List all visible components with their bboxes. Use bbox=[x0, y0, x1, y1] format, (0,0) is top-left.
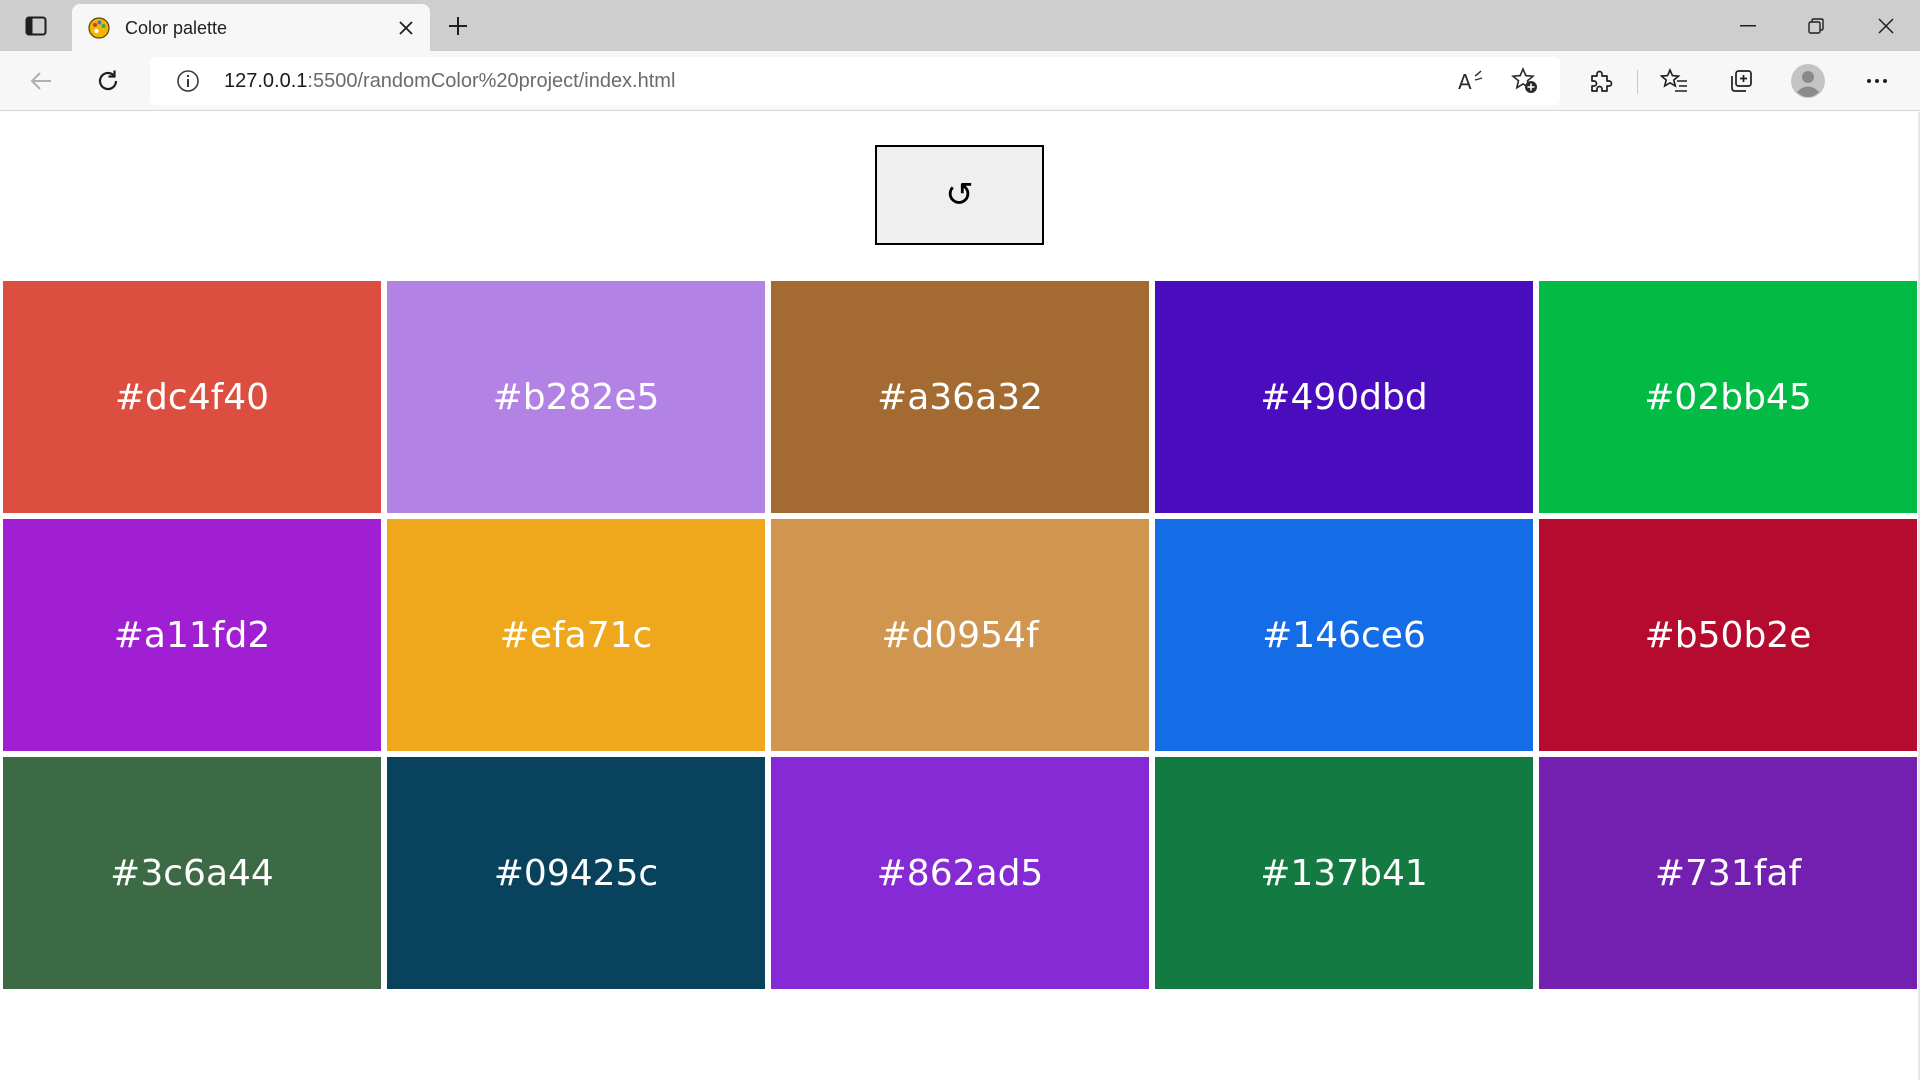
color-swatch[interactable]: #862ad5 bbox=[771, 757, 1149, 989]
url-text[interactable]: 127.0.0.1:5500/randomColor%20project/ind… bbox=[224, 70, 675, 93]
browser-titlebar: Color palette bbox=[0, 0, 1920, 51]
tab-color-palette[interactable]: Color palette bbox=[72, 4, 430, 51]
color-swatch[interactable]: #b282e5 bbox=[387, 281, 765, 513]
window-close-icon[interactable] bbox=[1852, 0, 1920, 51]
color-hex-label: #137b41 bbox=[1260, 852, 1428, 894]
color-swatch[interactable]: #146ce6 bbox=[1155, 519, 1533, 751]
read-aloud-icon[interactable]: A bbox=[1456, 66, 1486, 96]
restore-icon[interactable] bbox=[1782, 0, 1850, 51]
color-swatch[interactable]: #3c6a44 bbox=[3, 757, 381, 989]
color-swatch[interactable]: #09425c bbox=[387, 757, 765, 989]
toolbar-divider bbox=[1637, 70, 1638, 94]
close-icon[interactable] bbox=[392, 14, 420, 42]
color-swatch[interactable]: #a11fd2 bbox=[3, 519, 381, 751]
color-hex-label: #09425c bbox=[493, 852, 659, 894]
address-bar[interactable]: 127.0.0.1:5500/randomColor%20project/ind… bbox=[150, 57, 1560, 105]
more-icon[interactable] bbox=[1858, 62, 1896, 100]
info-icon[interactable] bbox=[176, 69, 200, 93]
tab-title: Color palette bbox=[125, 18, 228, 38]
plus-icon[interactable] bbox=[440, 8, 476, 44]
color-hex-label: #490dbd bbox=[1260, 376, 1428, 418]
collections-icon[interactable] bbox=[1722, 62, 1760, 100]
color-swatch[interactable]: #efa71c bbox=[387, 519, 765, 751]
color-hex-label: #02bb45 bbox=[1644, 376, 1812, 418]
star-add-icon[interactable] bbox=[1510, 66, 1540, 96]
palette-icon bbox=[87, 16, 111, 40]
color-swatch[interactable]: #dc4f40 bbox=[3, 281, 381, 513]
color-hex-label: #d0954f bbox=[881, 614, 1039, 656]
color-hex-label: #862ad5 bbox=[876, 852, 1044, 894]
browser-toolbar: 127.0.0.1:5500/randomColor%20project/ind… bbox=[0, 51, 1920, 111]
page-content: ↺ #dc4f40 #b282e5 #a36a32 #490dbd #02bb45 #a1… bbox=[0, 112, 1920, 1080]
avatar-icon[interactable] bbox=[1789, 62, 1827, 100]
color-hex-label: #a11fd2 bbox=[113, 614, 271, 656]
url-path: :5500/randomColor%20project/index.html bbox=[307, 70, 676, 92]
color-hex-label: #dc4f40 bbox=[114, 376, 270, 418]
url-host: 127.0.0.1 bbox=[224, 70, 308, 92]
color-hex-label: #731faf bbox=[1654, 852, 1802, 894]
color-swatch[interactable]: #137b41 bbox=[1155, 757, 1533, 989]
color-swatch[interactable]: #490dbd bbox=[1155, 281, 1533, 513]
color-grid: #dc4f40 #b282e5 #a36a32 #490dbd #02bb45 #a11f… bbox=[3, 281, 1917, 989]
refresh-colors-button[interactable]: ↺ bbox=[875, 145, 1044, 245]
favorites-icon[interactable] bbox=[1655, 62, 1693, 100]
back-arrow-icon[interactable] bbox=[22, 62, 60, 100]
color-hex-label: #a36a32 bbox=[877, 376, 1043, 418]
reload-icon[interactable] bbox=[89, 62, 127, 100]
color-hex-label: #b50b2e bbox=[1644, 614, 1812, 656]
color-swatch[interactable]: #02bb45 bbox=[1539, 281, 1917, 513]
color-swatch[interactable]: #731faf bbox=[1539, 757, 1917, 989]
color-hex-label: #146ce6 bbox=[1262, 614, 1426, 656]
tab-actions-icon[interactable] bbox=[15, 9, 57, 43]
color-swatch[interactable]: #a36a32 bbox=[771, 281, 1149, 513]
color-swatch[interactable]: #d0954f bbox=[771, 519, 1149, 751]
puzzle-icon[interactable] bbox=[1582, 62, 1620, 100]
color-swatch[interactable]: #b50b2e bbox=[1539, 519, 1917, 751]
color-hex-label: #efa71c bbox=[499, 614, 653, 656]
minimize-icon[interactable] bbox=[1714, 0, 1782, 51]
svg-text:A: A bbox=[1458, 70, 1472, 92]
color-hex-label: #3c6a44 bbox=[110, 852, 274, 894]
color-hex-label: #b282e5 bbox=[492, 376, 660, 418]
